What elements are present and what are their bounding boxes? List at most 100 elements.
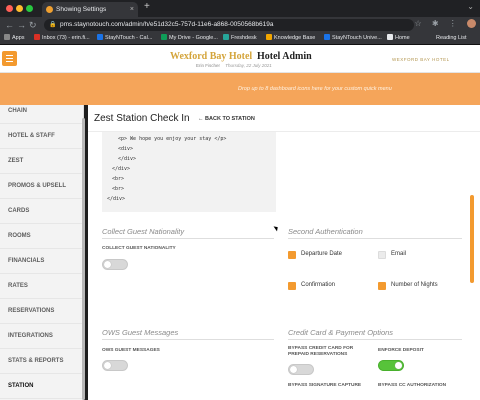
close-window-icon[interactable]: [6, 5, 13, 12]
sidebar-item-promos-upsell[interactable]: PROMOS & UPSELL: [0, 174, 83, 199]
minimize-window-icon[interactable]: [16, 5, 23, 12]
collect-nationality-toggle[interactable]: [102, 259, 128, 270]
sidebar-item-rooms[interactable]: ROOMS: [0, 224, 83, 249]
bookmark-home[interactable]: Home: [387, 33, 410, 44]
toggle-knob: [290, 366, 297, 373]
email-checkbox[interactable]: [378, 251, 386, 259]
ows-messages-title: OWS Guest Messages: [102, 328, 179, 337]
code-line: <p> We hope you enjoy your stay </p>: [118, 136, 227, 142]
bookmark-calendar[interactable]: StayNTouch - Cal...: [97, 33, 152, 44]
browser-tab[interactable]: Showing Settings ×: [42, 2, 138, 17]
email-label: Email: [391, 251, 407, 257]
tab-title: Showing Settings: [56, 6, 107, 13]
menu-hamburger-icon[interactable]: [2, 51, 17, 66]
section-divider: [102, 339, 274, 340]
home-icon: [387, 34, 393, 40]
code-line: <br>: [112, 186, 125, 192]
sidebar-item-integrations[interactable]: INTEGRATIONS: [0, 324, 83, 349]
quick-menu-hint: Drop up to 8 dashboard icons here for yo…: [238, 86, 392, 92]
user-info: Erin Fischer Thursday, 22 July 2021: [196, 63, 272, 68]
bypass-cc-auth-label: BYPASS CC AUTHORIZATION: [378, 383, 447, 388]
tab-search-icon[interactable]: ⌄: [467, 2, 474, 11]
new-tab-button[interactable]: +: [144, 1, 150, 12]
second-auth-title: Second Authentication: [288, 227, 363, 236]
bypass-cc-prepaid-label: BYPASS CREDIT CARD FOR PREPAID RESERVATI…: [288, 346, 354, 357]
sidebar-item-reservations[interactable]: RESERVATIONS: [0, 299, 83, 324]
bookmark-inbox[interactable]: Inbox (73) - erin.fi...: [34, 33, 90, 44]
enforce-deposit-toggle[interactable]: [378, 360, 404, 371]
drive-icon: [161, 34, 167, 40]
credit-card-title: Credit Card & Payment Options: [288, 328, 394, 337]
freshdesk-icon: [223, 34, 229, 40]
bypass-cc-prepaid-toggle[interactable]: [288, 364, 314, 375]
forward-arrow-icon[interactable]: →: [17, 19, 26, 31]
sidebar-item-hotel-staff[interactable]: HOTEL & STAFF: [0, 124, 83, 149]
main-content: Zest Station Check In ← BACK TO STATION …: [88, 105, 480, 400]
number-of-nights-checkbox[interactable]: [378, 282, 386, 290]
bookmark-drive[interactable]: My Drive - Google...: [161, 33, 218, 44]
enforce-deposit-label: ENFORCE DEPOSIT: [378, 348, 424, 353]
bookmarks-bar: Apps Inbox (73) - erin.fi... StayNTouch …: [0, 33, 480, 45]
browser-toolbar: ← → ↻ 🔒 pms.staynotouch.com/admin/h/e51d…: [0, 17, 480, 33]
back-arrow-icon[interactable]: ←: [5, 19, 14, 31]
quick-menu-drop-zone[interactable]: Drop up to 8 dashboard icons here for yo…: [0, 73, 480, 105]
maximize-window-icon[interactable]: [26, 5, 33, 12]
html-template-editor[interactable]: <p> We hope you enjoy your stay </p> <di…: [102, 132, 276, 212]
confirmation-checkbox[interactable]: [288, 282, 296, 290]
browser-tab-bar: Showing Settings × + ⌄: [0, 0, 480, 17]
profile-avatar-icon[interactable]: [467, 19, 476, 29]
hotel-name: Wexford Bay Hotel: [170, 51, 253, 62]
departure-date-label: Departure Date: [301, 251, 343, 257]
bookmark-freshdesk[interactable]: Freshdesk: [223, 33, 257, 44]
calendar-icon: [97, 34, 103, 40]
ows-messages-toggle[interactable]: [102, 360, 128, 371]
university-icon: [324, 34, 330, 40]
back-arrow-icon: ←: [198, 116, 204, 122]
gmail-icon: [34, 34, 40, 40]
sidebar-item-station[interactable]: STATION: [0, 374, 83, 399]
section-divider: [288, 339, 462, 340]
tab-close-icon[interactable]: ×: [130, 2, 134, 17]
address-bar[interactable]: 🔒 pms.staynotouch.com/admin/h/e51d32c5-7…: [44, 19, 414, 31]
back-to-station-label: BACK TO STATION: [205, 116, 255, 122]
sidebar-item-zest[interactable]: ZEST: [0, 149, 83, 174]
sidebar-item-financials[interactable]: FINANCIALS: [0, 249, 83, 274]
toolbar-icons[interactable]: ☆ ✱ ⋮: [414, 19, 476, 29]
toggle-knob: [395, 362, 402, 369]
bookmark-apps[interactable]: Apps: [4, 33, 25, 44]
bookmark-knowledge-base[interactable]: Knowledge Base: [266, 33, 315, 44]
sidebar-item-cards[interactable]: CARDS: [0, 199, 83, 224]
ows-messages-label: OWS GUEST MESSAGES: [102, 348, 160, 353]
toggle-knob: [104, 362, 111, 369]
reading-list-button[interactable]: Reading List: [436, 33, 467, 44]
toggle-knob: [104, 261, 111, 268]
admin-sidebar: CHAIN HOTEL & STAFF ZEST PROMOS & UPSELL…: [0, 105, 84, 400]
bypass-signature-label: BYPASS SIGNATURE CAPTURE: [288, 383, 362, 388]
sidebar-item-chain[interactable]: CHAIN: [0, 105, 83, 124]
sidebar-item-stats-reports[interactable]: STATS & REPORTS: [0, 349, 83, 374]
code-line: <br>: [112, 176, 125, 182]
confirmation-label: Confirmation: [301, 282, 336, 288]
back-to-station-link[interactable]: ← BACK TO STATION: [198, 116, 255, 122]
extension-icons[interactable]: ☆ ✱ ⋮: [414, 19, 460, 28]
section-divider: [102, 238, 274, 239]
app-header: Wexford Bay Hotel Hotel Admin Erin Fisch…: [0, 45, 480, 73]
code-line: </div>: [112, 166, 131, 172]
admin-title: Hotel Admin: [257, 51, 312, 62]
favicon-icon: [46, 6, 53, 13]
section-divider: [288, 238, 462, 239]
code-line: <div>: [118, 146, 134, 152]
sidebar-scrollbar[interactable]: [82, 118, 85, 400]
reload-icon[interactable]: ↻: [29, 19, 37, 31]
content-scrollbar[interactable]: [470, 195, 474, 283]
url-text: pms.staynotouch.com/admin/h/e51d32c5-757…: [60, 21, 274, 28]
apps-grid-icon: [4, 34, 10, 40]
knowledge-base-icon: [266, 34, 272, 40]
collect-nationality-title: Collect Guest Nationality: [102, 227, 185, 236]
hotel-logo: WEXFORD BAY HOTEL: [392, 57, 450, 62]
lock-icon: 🔒: [49, 22, 57, 28]
bookmark-university[interactable]: StayNTouch Unive...: [324, 33, 382, 44]
sidebar-item-rates[interactable]: RATES: [0, 274, 83, 299]
page-title: Zest Station Check In: [94, 113, 190, 124]
departure-date-checkbox[interactable]: [288, 251, 296, 259]
